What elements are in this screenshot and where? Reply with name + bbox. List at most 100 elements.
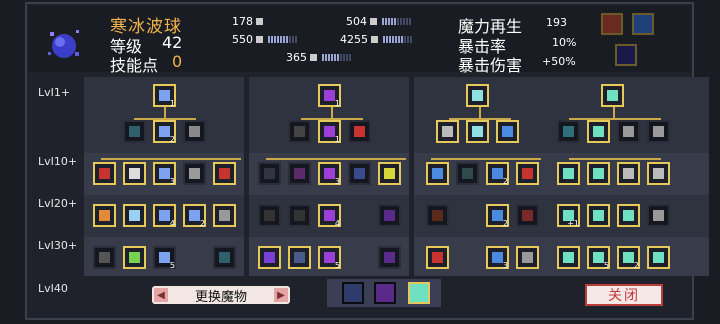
skill-slot[interactable]: 1 — [318, 84, 341, 108]
skill-slot[interactable]: +1 — [557, 204, 580, 228]
skill-slot[interactable] — [436, 120, 459, 143]
fire-buff-icon[interactable] — [601, 13, 623, 35]
speed-icon — [310, 54, 317, 61]
skill-slot[interactable]: 2 — [153, 120, 176, 144]
slash-icon — [256, 36, 263, 43]
skill-slot[interactable] — [426, 162, 449, 185]
skill-slot[interactable]: 3 — [153, 162, 176, 186]
skill-slot[interactable]: 3 — [486, 246, 509, 270]
skill-slot[interactable] — [647, 246, 670, 269]
skill-slot[interactable] — [183, 120, 206, 143]
level-value: 42 — [162, 33, 183, 52]
skill-slot[interactable] — [288, 120, 311, 143]
skill-slot[interactable] — [258, 204, 281, 227]
skill-points-value: 0 — [172, 52, 183, 71]
row-label-lvl30: LvI30+ — [38, 239, 78, 252]
skill-slot[interactable] — [123, 204, 146, 227]
prev-arrow-icon[interactable]: ◀ — [154, 288, 168, 302]
skill-slot[interactable] — [93, 204, 116, 227]
skill-slot[interactable] — [378, 204, 401, 227]
skill-slot[interactable] — [466, 120, 489, 143]
mana-regen-value: 193 — [546, 16, 567, 29]
skill-slot[interactable] — [587, 162, 610, 185]
skill-slot[interactable] — [258, 246, 281, 269]
skill-slot[interactable]: 5 — [153, 246, 176, 270]
skill-slot[interactable]: 2 — [486, 204, 509, 228]
spell-option-1[interactable] — [342, 282, 364, 304]
skill-slot[interactable]: 4 — [153, 204, 176, 228]
skill-slot[interactable]: 2 — [617, 246, 640, 270]
skill-slot[interactable] — [587, 204, 610, 227]
spell-picker — [327, 279, 441, 307]
skill-slot[interactable]: 4 — [318, 204, 341, 228]
row-label-lvl40: LvI40 — [38, 282, 68, 295]
skill-slot[interactable] — [258, 162, 281, 185]
skill-slot[interactable] — [516, 246, 539, 269]
moon-buff-icon[interactable] — [615, 44, 637, 66]
skill-slot[interactable] — [213, 204, 236, 227]
ice-buff-icon[interactable] — [632, 13, 654, 35]
crit-damage-value: +50% — [542, 55, 576, 68]
skill-slot[interactable]: 1 — [153, 84, 176, 108]
close-button[interactable]: 关闭 — [585, 284, 663, 306]
spell-option-3[interactable] — [408, 282, 430, 304]
skill-slot[interactable] — [123, 162, 146, 185]
skill-slot[interactable]: 5 — [587, 246, 610, 270]
skill-slot[interactable] — [213, 246, 236, 269]
skill-slot[interactable] — [123, 120, 146, 143]
ice-orb-icon — [48, 30, 79, 58]
stat-speed: 365 — [286, 51, 351, 64]
skill-slot[interactable] — [456, 162, 479, 185]
skill-slot[interactable] — [213, 162, 236, 185]
skill-slot[interactable] — [378, 162, 401, 185]
stat-health-value: 4255 — [340, 33, 368, 46]
skill-slot[interactable] — [93, 246, 116, 269]
skill-slot[interactable] — [617, 120, 640, 143]
skill-slot[interactable]: 5 — [318, 246, 341, 270]
skill-slot[interactable] — [617, 162, 640, 185]
row-label-lvl20: LvI20+ — [38, 197, 78, 210]
stat-attack: 178 — [232, 15, 263, 28]
next-arrow-icon[interactable]: ▶ — [274, 288, 288, 302]
skill-slot[interactable] — [647, 204, 670, 227]
skill-slot[interactable] — [288, 162, 311, 185]
skill-slot[interactable]: 3 — [318, 162, 341, 186]
skill-slot[interactable]: 1 — [318, 120, 341, 144]
skill-slot[interactable] — [587, 120, 610, 143]
skill-slot[interactable] — [557, 162, 580, 185]
change-spell-button[interactable]: ◀ 更换魔物 ▶ — [152, 286, 290, 305]
skill-points-label: 技能点 — [110, 56, 159, 75]
skill-slot[interactable] — [288, 204, 311, 227]
skill-slot[interactable] — [516, 162, 539, 185]
skill-slot[interactable] — [617, 204, 640, 227]
stat-health: 4255 — [340, 33, 412, 46]
skill-slot[interactable] — [123, 246, 146, 269]
skill-slot[interactable] — [93, 162, 116, 185]
skill-slot[interactable] — [288, 246, 311, 269]
skill-slot[interactable] — [183, 162, 206, 185]
skill-slot[interactable] — [496, 120, 519, 143]
skill-slot[interactable] — [557, 120, 580, 143]
skill-slot[interactable] — [516, 204, 539, 227]
skill-slot[interactable]: 2 — [183, 204, 206, 228]
change-spell-label: 更换魔物 — [194, 289, 247, 305]
stat-slash-bar — [268, 36, 297, 43]
skill-slot[interactable] — [557, 246, 580, 269]
skill-slot[interactable]: 2 — [486, 162, 509, 186]
skill-slot[interactable] — [348, 120, 371, 143]
skill-slot[interactable] — [601, 84, 624, 107]
stat-health-bar — [383, 36, 412, 43]
skill-slot[interactable] — [348, 162, 371, 185]
skill-slot[interactable] — [426, 204, 449, 227]
row-label-lvl1: LvI1+ — [38, 86, 71, 99]
row-label-lvl10: LvI10+ — [38, 155, 78, 168]
skill-slot[interactable] — [647, 120, 670, 143]
sword-icon — [256, 18, 263, 25]
stat-slash: 550 — [232, 33, 297, 46]
skill-tree-screen: { "header": { "spell_name": "寒冰波球", "lev… — [0, 0, 720, 324]
skill-slot[interactable] — [647, 162, 670, 185]
skill-slot[interactable] — [378, 246, 401, 269]
skill-slot[interactable] — [466, 84, 489, 107]
spell-option-2[interactable] — [374, 282, 396, 304]
skill-slot[interactable] — [426, 246, 449, 269]
